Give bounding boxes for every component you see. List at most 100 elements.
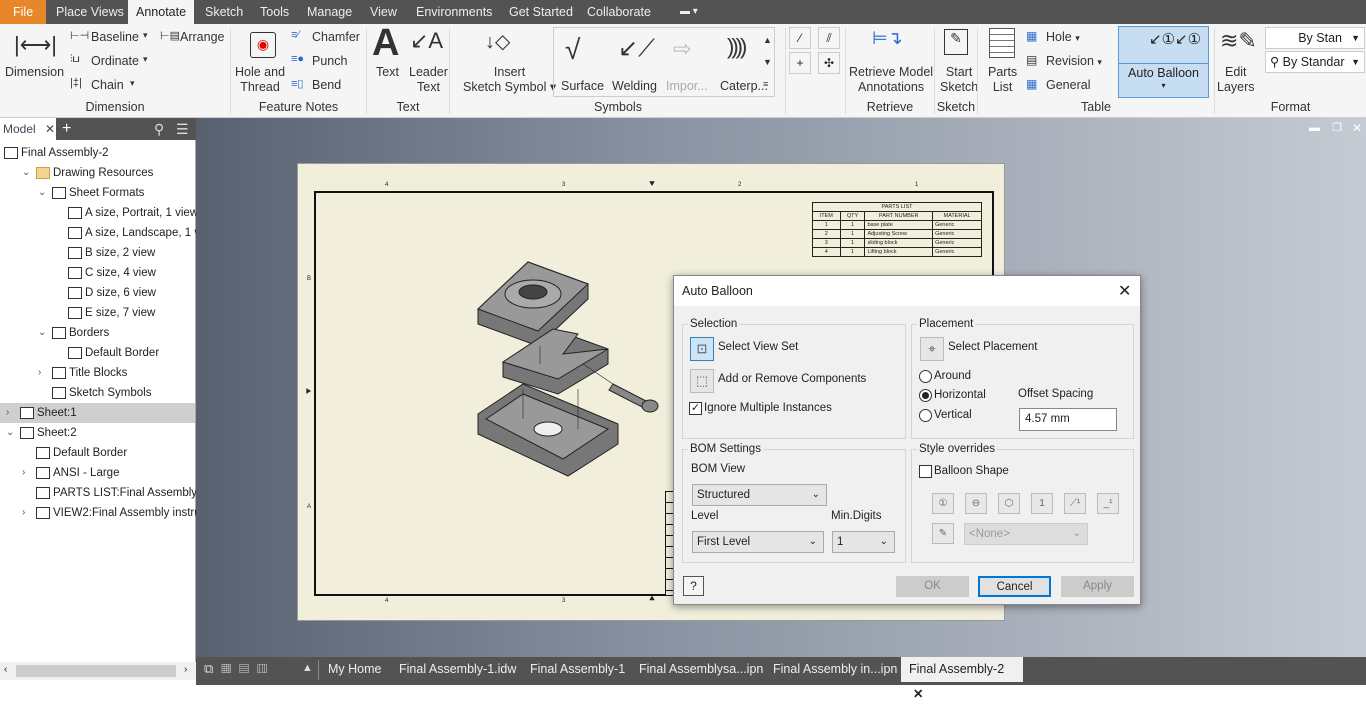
search-icon[interactable]: ⚲ <box>154 118 164 140</box>
tree-item[interactable]: Default Border <box>0 443 195 463</box>
tree-item[interactable]: › Title Blocks <box>0 363 195 383</box>
minimize-icon[interactable]: ▬ <box>1309 122 1320 134</box>
tree-item[interactable]: ⌄ Sheet Formats <box>0 183 195 203</box>
expand-icon[interactable]: › <box>6 403 9 423</box>
baseline-button[interactable]: Baseline <box>91 30 139 44</box>
hexagon-balloon-icon[interactable]: ⬡ <box>998 493 1020 514</box>
square-balloon-icon[interactable]: 1 <box>1031 493 1053 514</box>
tree-item[interactable]: ⌄ Drawing Resources <box>0 163 195 183</box>
tree-item[interactable]: Final Assembly-2 <box>0 143 195 163</box>
tab-manage[interactable]: Manage <box>299 0 360 24</box>
dimension-button[interactable]: Dimension <box>5 65 64 79</box>
doc-tab[interactable]: Final Assembly-1.idw <box>391 657 524 682</box>
doc-tab[interactable]: Final Assembly in...ipn <box>765 657 905 682</box>
expand-icon[interactable]: › <box>22 463 25 483</box>
window-arrange-icons[interactable]: ⧉▦▤▥ <box>204 661 275 677</box>
doc-tab[interactable]: Final Assemblysa...ipn <box>631 657 771 682</box>
collapse-icon[interactable]: ⌄ <box>22 163 30 183</box>
apply-button[interactable]: Apply <box>1061 576 1134 597</box>
restore-icon[interactable]: ❐ <box>1332 121 1342 134</box>
add-remove-components-button[interactable]: ⬚ <box>690 369 714 393</box>
chamfer-button[interactable]: Chamfer <box>312 30 360 44</box>
tree-item[interactable]: › ANSI - Large <box>0 463 195 483</box>
object-default-select[interactable]: ⚲ By Standar ▼ <box>1265 51 1365 73</box>
collapse-icon[interactable]: ⌄ <box>38 183 46 203</box>
collapse-icon[interactable]: ⌄ <box>38 323 46 343</box>
tree-item[interactable]: C size, 4 view <box>0 263 195 283</box>
tab-tools[interactable]: Tools <box>252 0 297 24</box>
text-button[interactable]: Text <box>376 65 399 79</box>
parts-list-button[interactable]: Parts List <box>988 65 1017 95</box>
auto-balloon-button[interactable]: ↙①↙① Auto Balloon ▾ <box>1118 26 1209 98</box>
tree-item[interactable]: A size, Portrait, 1 view <box>0 203 198 223</box>
close-icon[interactable]: ✕ <box>1118 281 1131 301</box>
tab-model[interactable]: Model ✕ <box>0 118 56 140</box>
punch-button[interactable]: Punch <box>312 54 347 68</box>
close-icon[interactable]: ✕ <box>1352 121 1362 135</box>
display-toggle-icon[interactable]: ▬ ▾ <box>672 0 706 24</box>
chevron-down-icon[interactable]: ▾ <box>143 54 148 65</box>
help-button[interactable]: ? <box>683 576 704 596</box>
select-view-set-button[interactable]: ⊡ <box>690 337 714 361</box>
offset-spacing-input[interactable]: 4.57 mm <box>1019 408 1117 431</box>
center-mark-icon[interactable]: + <box>789 52 811 74</box>
scrollbar-thumb[interactable] <box>16 665 176 677</box>
tree-item[interactable]: Sketch Symbols <box>0 383 195 403</box>
surface-button[interactable]: Surface <box>561 79 604 93</box>
tree-item[interactable]: PARTS LIST:Final Assembly.iam <box>0 483 218 503</box>
collapse-icon[interactable]: ⌄ <box>6 423 14 443</box>
ordinate-button[interactable]: Ordinate <box>91 54 139 68</box>
edit-layers-button[interactable]: Edit Layers <box>1217 65 1255 95</box>
sketch-symbol-select[interactable]: <None> ⌄ <box>964 523 1088 545</box>
import-button[interactable]: Impor... <box>666 79 708 93</box>
browser-horizontal-scrollbar[interactable]: ‹ › <box>0 662 196 680</box>
doc-tab[interactable]: Final Assembly-1 <box>522 657 633 682</box>
chain-button[interactable]: Chain <box>91 78 124 92</box>
split-circle-balloon-icon[interactable]: ⊖ <box>965 493 987 514</box>
centered-pattern-icon[interactable]: ✣ <box>818 52 840 74</box>
tab-annotate[interactable]: Annotate <box>128 0 195 24</box>
tree-item[interactable]: E size, 7 view <box>0 303 195 323</box>
horizontal-radio[interactable] <box>919 389 932 402</box>
level-select[interactable]: First Level ⌄ <box>692 531 824 553</box>
tree-item[interactable]: A size, Landscape, 1 view <box>0 223 217 243</box>
tab-get-started[interactable]: Get Started <box>501 0 581 24</box>
min-digits-select[interactable]: 1 ⌄ <box>832 531 895 553</box>
underline-balloon-icon[interactable]: _¹ <box>1097 493 1119 514</box>
insert-sketch-symbol-button[interactable]: Insert Sketch Symbol ▾ <box>463 65 556 95</box>
leader-text-button[interactable]: Leader Text <box>409 65 448 95</box>
start-sketch-button[interactable]: Start Sketch <box>940 65 978 95</box>
ignore-multiple-checkbox[interactable]: ✓ <box>689 402 702 415</box>
balloon-shape-checkbox[interactable] <box>919 465 932 478</box>
revision-table-button[interactable]: Revision ▾ <box>1046 54 1102 68</box>
hole-table-button[interactable]: Hole ▾ <box>1046 30 1080 44</box>
vertical-radio[interactable] <box>919 409 932 422</box>
parts-list-table[interactable]: PARTS LIST ITEM QTY PART NUMBER MATERIAL 11… <box>812 202 982 257</box>
chevron-down-icon[interactable]: ▾ <box>130 78 135 89</box>
doc-tab[interactable]: My Home <box>320 657 389 682</box>
welding-button[interactable]: Welding <box>612 79 657 93</box>
tab-environments[interactable]: Environments <box>408 0 500 24</box>
menu-icon[interactable]: ☰ <box>176 118 189 140</box>
hole-thread-button[interactable]: Hole and Thread <box>235 65 285 95</box>
close-icon[interactable]: ✕ <box>913 687 923 701</box>
circular-balloon-icon[interactable]: ① <box>932 493 954 514</box>
chevron-down-icon[interactable]: ▾ <box>143 30 148 41</box>
tab-list-icon[interactable]: ▲ <box>302 662 313 674</box>
gallery-scroll[interactable]: ▲ ▼ ≡ <box>763 29 772 95</box>
bom-view-select[interactable]: Structured ⌄ <box>692 484 827 506</box>
none-balloon-icon[interactable]: ⟋¹ <box>1064 493 1086 514</box>
scroll-right-icon[interactable]: › <box>184 664 187 675</box>
centerline-icon[interactable]: ⁄ <box>789 27 811 49</box>
tab-collaborate[interactable]: Collaborate <box>579 0 659 24</box>
tree-item[interactable]: › Sheet:1 <box>0 403 195 423</box>
retrieve-annotations-button[interactable]: Retrieve Model Annotations <box>849 65 933 95</box>
tree-item[interactable]: › VIEW2:Final Assembly instructions <box>0 503 231 523</box>
tree-item[interactable]: D size, 6 view <box>0 283 195 303</box>
scroll-left-icon[interactable]: ‹ <box>4 664 7 675</box>
assembly-view[interactable] <box>468 254 698 494</box>
expand-icon[interactable]: › <box>38 363 41 383</box>
add-tab-icon[interactable]: + <box>62 118 71 140</box>
close-icon[interactable]: ✕ <box>45 122 55 136</box>
caterpillar-button[interactable]: Caterp... <box>720 79 768 93</box>
